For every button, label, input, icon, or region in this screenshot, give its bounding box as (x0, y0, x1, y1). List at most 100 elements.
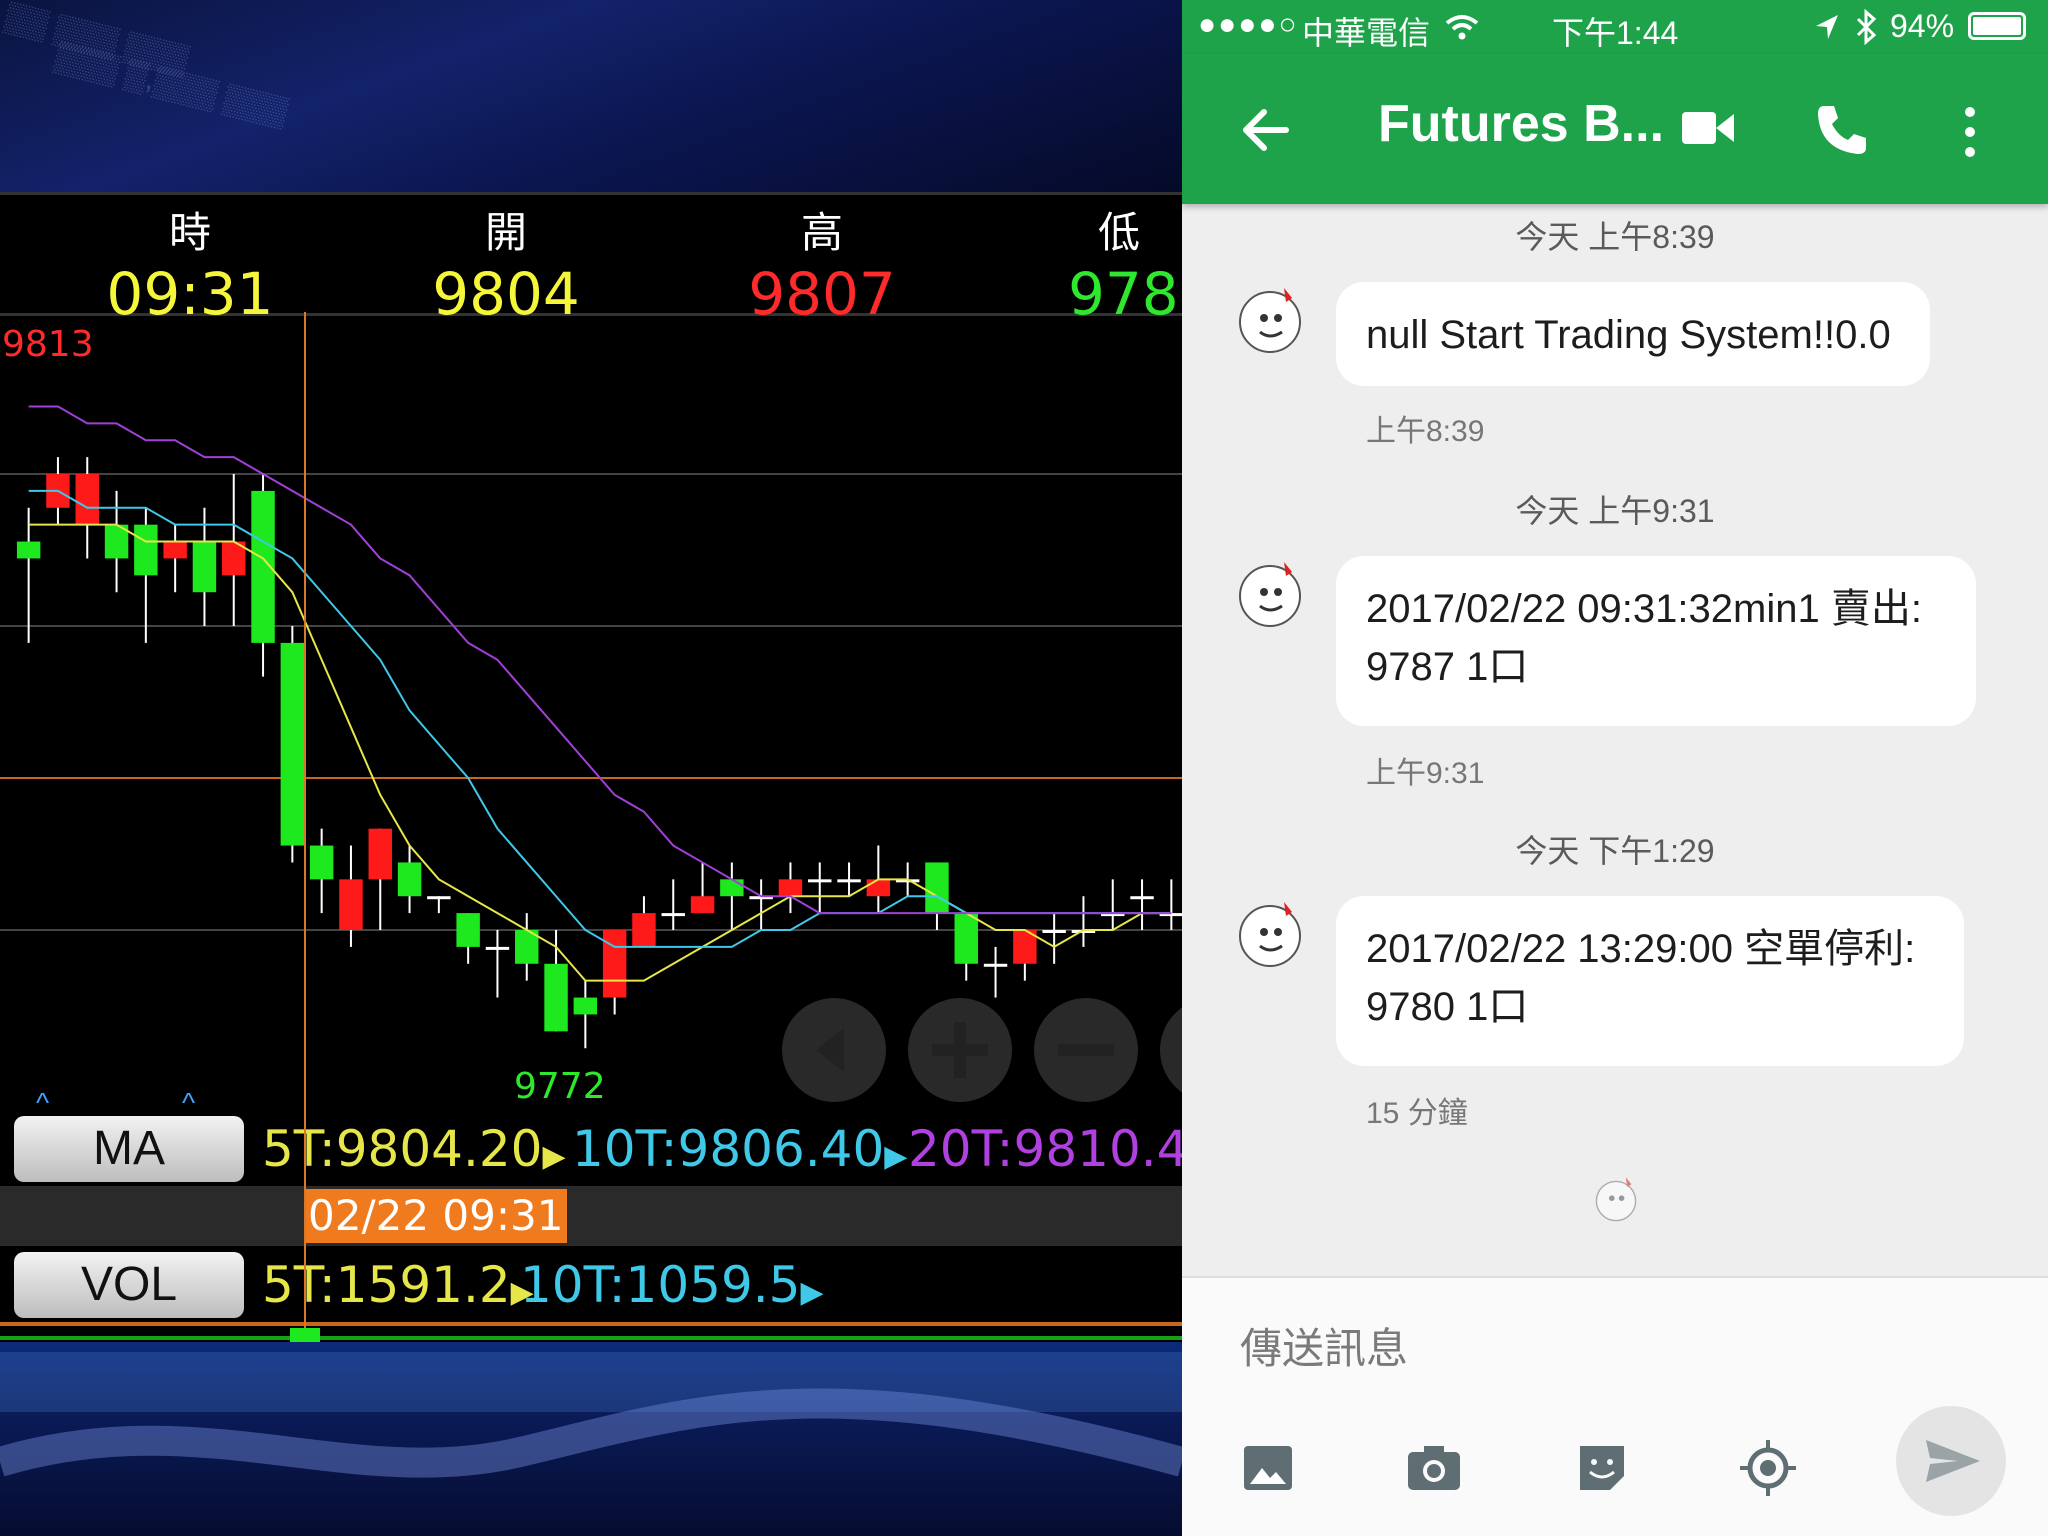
quote-time-label: 時 (168, 209, 211, 256)
vol-button[interactable]: VOL (14, 1252, 244, 1318)
candle (690, 862, 715, 914)
battery-percent: 94% (1890, 8, 1955, 44)
location-target-icon[interactable] (1738, 1438, 1798, 1498)
back-control-button[interactable] (782, 998, 886, 1102)
message-time: 上午9:31 (1366, 757, 1485, 790)
candle (309, 828, 334, 914)
candle (1159, 879, 1182, 930)
candle-body (837, 879, 861, 883)
battery-icon (1968, 12, 2026, 40)
candle (1130, 879, 1154, 930)
quote-high-label: 高 (800, 209, 843, 256)
zoom-in-button[interactable] (908, 998, 1012, 1102)
candle (808, 862, 832, 914)
candle-body (192, 541, 217, 593)
candle-body (983, 963, 1008, 967)
crosshair-vertical-line (304, 312, 306, 1328)
zoom-out-button[interactable] (1034, 998, 1138, 1102)
candle-body (544, 963, 568, 1032)
candle (1101, 879, 1125, 930)
candle (222, 474, 246, 626)
candles (16, 457, 1182, 1049)
message-time: 15 分鐘 (1366, 1097, 1468, 1130)
candle (104, 490, 129, 593)
send-icon (1926, 1440, 1980, 1482)
clock: 下午1:44 (1552, 15, 1679, 51)
candle (661, 879, 685, 930)
candle (251, 474, 275, 677)
candle-body (1042, 930, 1066, 933)
chart-screen: ▒▒ ▒▒▒ ▒▒▒ ▒▒▒ ▒,▒▒▒ ▒▒▒ 時 09:31 開 9804 … (0, 0, 1182, 1536)
candle-body (163, 541, 187, 559)
crosshair-time-label: 02/22 09:31 (304, 1189, 568, 1243)
candle (1071, 896, 1096, 947)
candlestick-chart[interactable]: 9813 9772 ^ ^ (0, 312, 1182, 1112)
quote-open: 開 9804 (356, 195, 656, 328)
phone-icon[interactable] (1812, 102, 1868, 158)
scroll-caret-left: ^ (36, 1087, 49, 1112)
candle-body (925, 862, 949, 914)
back-arrow-icon[interactable] (1238, 102, 1294, 158)
quote-open-label: 開 (484, 209, 527, 256)
candle (515, 913, 539, 981)
candle (778, 862, 803, 914)
candle (427, 896, 451, 914)
quote-high: 高 9807 (672, 195, 972, 328)
background-photo-bottom (0, 1342, 1182, 1536)
candle (134, 507, 158, 643)
more-vert-icon[interactable] (1960, 104, 1980, 160)
candle (16, 507, 41, 643)
app-bar: Futures B... (1182, 54, 2048, 204)
message-input[interactable] (1238, 1318, 1842, 1380)
low-price-marker: 9772 (514, 1066, 606, 1107)
message-bubble[interactable]: 2017/02/22 09:31:32min1 賣出: 9787 1口 (1336, 556, 1976, 726)
ma-button[interactable]: MA (14, 1116, 244, 1182)
candle-body (1130, 896, 1154, 900)
camera-icon[interactable] (1404, 1438, 1464, 1498)
candle (1013, 930, 1037, 981)
candle-body (778, 879, 803, 897)
candle-body (427, 896, 451, 900)
vol-indicator-bar: VOL 5T:1591.2▶ 10T:1059.5▶ (0, 1248, 1182, 1322)
candle (954, 913, 978, 981)
candle (544, 930, 568, 1032)
background-photo-top: ▒▒ ▒▒▒ ▒▒▒ ▒▒▒ ▒,▒▒▒ ▒▒▒ (0, 0, 1182, 192)
send-button[interactable] (1896, 1406, 2006, 1516)
high-price-marker: 9813 (2, 324, 94, 365)
date-separator: 今天 下午1:29 (1515, 833, 1715, 869)
candle-body (602, 930, 627, 998)
date-separator: 今天 上午8:39 (1515, 219, 1715, 255)
ma-lines (28, 405, 1172, 982)
message-bubble[interactable]: null Start Trading System!!0.0 (1336, 282, 1930, 386)
candle-body (134, 524, 158, 576)
triangle-left-icon (816, 1028, 844, 1072)
candle-body (280, 642, 305, 846)
volume-divider (0, 1322, 1182, 1326)
candle (1042, 913, 1066, 964)
quote-header: 時 09:31 開 9804 高 9807 低 978 (0, 192, 1182, 328)
sticker-icon[interactable] (1572, 1438, 1632, 1498)
signal-strength: ●●●●○ (1198, 8, 1299, 41)
quote-low-label: 低 (1098, 209, 1141, 256)
candle (983, 946, 1008, 998)
read-receipt-avatar-icon (1595, 1177, 1637, 1222)
message-text: 2017/02/22 09:31:32min1 賣出: 9787 1口 (1366, 587, 1922, 689)
gallery-image-icon[interactable] (1238, 1438, 1298, 1498)
candle (456, 913, 480, 964)
ma-line-20t (28, 405, 1172, 915)
message-time: 上午8:39 (1366, 415, 1485, 448)
message-text: null Start Trading System!!0.0 (1366, 313, 1891, 357)
candle-body (573, 997, 598, 1015)
candle-body (339, 879, 363, 930)
candle (368, 828, 392, 930)
candle (339, 845, 363, 947)
candle-body (485, 946, 510, 950)
chat-title[interactable]: Futures B... (1378, 94, 1664, 154)
candle (749, 879, 773, 930)
message-bubble[interactable]: 2017/02/22 13:29:00 空單停利: 9780 1口 (1336, 896, 1964, 1066)
vol5-value: 5T:1591.2▶ (262, 1256, 534, 1314)
candle-body (866, 879, 891, 897)
video-call-icon[interactable] (1680, 106, 1736, 150)
candle-body (690, 896, 715, 914)
candle (720, 862, 744, 930)
